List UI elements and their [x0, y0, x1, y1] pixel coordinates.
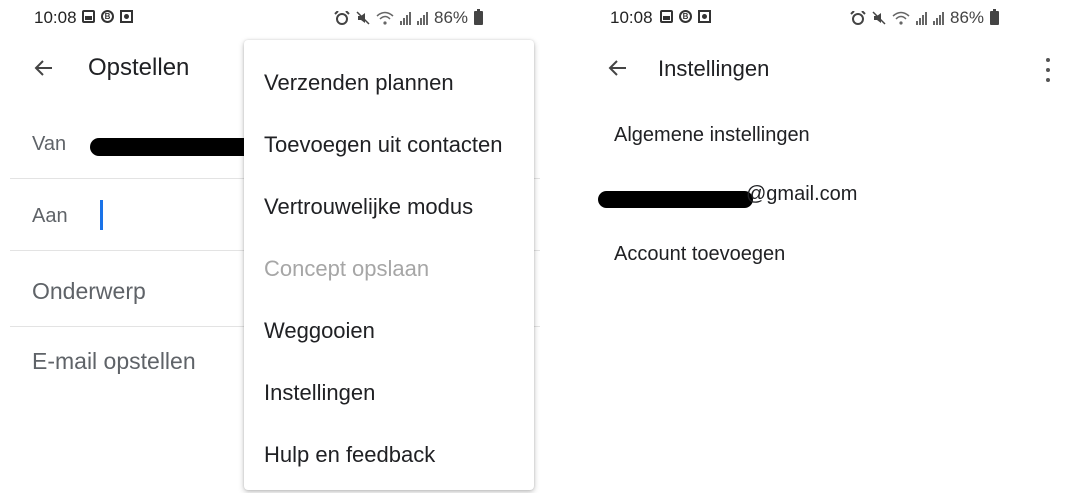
battery-icon [474, 9, 484, 25]
notification-icons: B [660, 10, 711, 23]
compose-screen: 10:08 B 86% Opstellen Van Aan Onderwerp … [0, 0, 540, 493]
subject-placeholder: Onderwerp [32, 278, 146, 304]
settings-item-general[interactable]: Algemene instellingen [614, 124, 810, 147]
mute-icon [872, 11, 886, 25]
mute-icon [356, 11, 370, 25]
settings-item-account[interactable]: @gmail.com [746, 183, 857, 206]
battery-percent: 86% [434, 8, 469, 27]
signal-icon [417, 11, 428, 25]
signal-icon [400, 11, 411, 25]
menu-item-settings[interactable]: Instellingen [264, 380, 375, 406]
status-time: 10:08 [34, 8, 77, 27]
back-arrow-icon[interactable] [606, 56, 630, 80]
status-right: 86% [334, 8, 484, 28]
picture-icon [660, 10, 673, 23]
b-circle-icon: B [101, 10, 114, 23]
to-label: Aan [32, 205, 68, 227]
back-arrow-icon[interactable] [32, 56, 56, 80]
from-label: Van [32, 133, 67, 155]
wifi-icon [376, 11, 394, 25]
square-icon [120, 10, 133, 23]
notification-icons: B [82, 10, 133, 23]
alarm-icon [334, 11, 350, 25]
signal-icon [916, 11, 927, 25]
wifi-icon [892, 11, 910, 25]
page-title: Opstellen [88, 54, 190, 81]
more-vert-icon[interactable] [1045, 58, 1051, 82]
redacted-account [598, 191, 753, 208]
status-right: 86% [850, 8, 1000, 28]
status-bar: 10:08 B 86% [590, 8, 1069, 32]
menu-item-discard[interactable]: Weggooien [264, 318, 375, 344]
b-circle-icon: B [679, 10, 692, 23]
menu-item-save-draft: Concept opslaan [264, 256, 430, 281]
picture-icon [82, 10, 95, 23]
menu-item-help-feedback[interactable]: Hulp en feedback [264, 442, 435, 468]
body-placeholder: E-mail opstellen [32, 348, 196, 374]
settings-screen: 10:08 B 86% Instellingen Algemene instel… [590, 0, 1069, 493]
app-bar: Instellingen [590, 50, 1069, 90]
status-time: 10:08 [610, 8, 653, 27]
page-title: Instellingen [658, 56, 770, 81]
square-icon [698, 10, 711, 23]
alarm-icon [850, 11, 866, 25]
status-bar: 10:08 B 86% [0, 8, 540, 32]
menu-item-add-from-contacts[interactable]: Toevoegen uit contacten [264, 132, 503, 158]
menu-item-schedule-send[interactable]: Verzenden plannen [264, 70, 454, 96]
overflow-menu: Verzenden plannen Toevoegen uit contacte… [244, 40, 534, 490]
text-cursor [100, 200, 103, 230]
menu-item-confidential-mode[interactable]: Vertrouwelijke modus [264, 194, 473, 220]
battery-icon [990, 9, 1000, 25]
battery-percent: 86% [950, 8, 985, 27]
settings-item-add-account[interactable]: Account toevoegen [614, 243, 785, 266]
signal-icon [933, 11, 944, 25]
